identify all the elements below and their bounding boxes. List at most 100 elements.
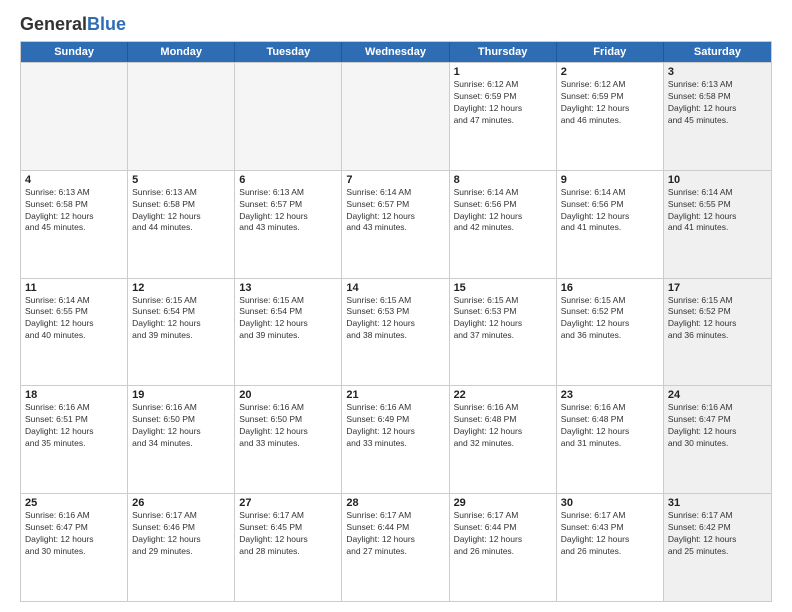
calendar-cell: 21Sunrise: 6:16 AM Sunset: 6:49 PM Dayli… — [342, 386, 449, 493]
calendar-cell: 19Sunrise: 6:16 AM Sunset: 6:50 PM Dayli… — [128, 386, 235, 493]
day-number: 15 — [454, 282, 552, 294]
day-number: 1 — [454, 66, 552, 78]
calendar-cell: 14Sunrise: 6:15 AM Sunset: 6:53 PM Dayli… — [342, 279, 449, 386]
day-info: Sunrise: 6:12 AM Sunset: 6:59 PM Dayligh… — [454, 79, 552, 127]
day-number: 6 — [239, 174, 337, 186]
day-number: 2 — [561, 66, 659, 78]
day-number: 25 — [25, 497, 123, 509]
day-info: Sunrise: 6:14 AM Sunset: 6:56 PM Dayligh… — [454, 187, 552, 235]
day-number: 28 — [346, 497, 444, 509]
day-info: Sunrise: 6:17 AM Sunset: 6:45 PM Dayligh… — [239, 510, 337, 558]
day-number: 14 — [346, 282, 444, 294]
calendar-cell: 26Sunrise: 6:17 AM Sunset: 6:46 PM Dayli… — [128, 494, 235, 601]
header-day-monday: Monday — [128, 42, 235, 62]
day-number: 18 — [25, 389, 123, 401]
calendar-cell — [342, 63, 449, 170]
calendar-cell: 20Sunrise: 6:16 AM Sunset: 6:50 PM Dayli… — [235, 386, 342, 493]
day-info: Sunrise: 6:15 AM Sunset: 6:53 PM Dayligh… — [454, 295, 552, 343]
day-info: Sunrise: 6:17 AM Sunset: 6:46 PM Dayligh… — [132, 510, 230, 558]
calendar-row-5: 25Sunrise: 6:16 AM Sunset: 6:47 PM Dayli… — [21, 493, 771, 601]
calendar-cell: 28Sunrise: 6:17 AM Sunset: 6:44 PM Dayli… — [342, 494, 449, 601]
calendar-row-1: 1Sunrise: 6:12 AM Sunset: 6:59 PM Daylig… — [21, 62, 771, 170]
logo-blue-part: Blue — [87, 14, 126, 35]
calendar-cell: 2Sunrise: 6:12 AM Sunset: 6:59 PM Daylig… — [557, 63, 664, 170]
calendar-row-4: 18Sunrise: 6:16 AM Sunset: 6:51 PM Dayli… — [21, 385, 771, 493]
header-day-friday: Friday — [557, 42, 664, 62]
header-day-sunday: Sunday — [21, 42, 128, 62]
calendar-cell: 24Sunrise: 6:16 AM Sunset: 6:47 PM Dayli… — [664, 386, 771, 493]
day-info: Sunrise: 6:17 AM Sunset: 6:43 PM Dayligh… — [561, 510, 659, 558]
day-number: 23 — [561, 389, 659, 401]
day-info: Sunrise: 6:14 AM Sunset: 6:55 PM Dayligh… — [668, 187, 767, 235]
day-info: Sunrise: 6:17 AM Sunset: 6:42 PM Dayligh… — [668, 510, 767, 558]
calendar-cell — [21, 63, 128, 170]
day-number: 27 — [239, 497, 337, 509]
day-info: Sunrise: 6:16 AM Sunset: 6:51 PM Dayligh… — [25, 402, 123, 450]
day-info: Sunrise: 6:12 AM Sunset: 6:59 PM Dayligh… — [561, 79, 659, 127]
day-number: 22 — [454, 389, 552, 401]
calendar-cell: 30Sunrise: 6:17 AM Sunset: 6:43 PM Dayli… — [557, 494, 664, 601]
header-day-wednesday: Wednesday — [342, 42, 449, 62]
day-number: 9 — [561, 174, 659, 186]
day-info: Sunrise: 6:16 AM Sunset: 6:48 PM Dayligh… — [561, 402, 659, 450]
header: General Blue — [20, 16, 772, 35]
day-number: 20 — [239, 389, 337, 401]
header-day-thursday: Thursday — [450, 42, 557, 62]
calendar-cell: 13Sunrise: 6:15 AM Sunset: 6:54 PM Dayli… — [235, 279, 342, 386]
calendar-cell: 29Sunrise: 6:17 AM Sunset: 6:44 PM Dayli… — [450, 494, 557, 601]
calendar-cell: 7Sunrise: 6:14 AM Sunset: 6:57 PM Daylig… — [342, 171, 449, 278]
header-day-saturday: Saturday — [664, 42, 771, 62]
day-info: Sunrise: 6:13 AM Sunset: 6:58 PM Dayligh… — [25, 187, 123, 235]
logo-general-part: General — [20, 14, 87, 35]
calendar-cell: 10Sunrise: 6:14 AM Sunset: 6:55 PM Dayli… — [664, 171, 771, 278]
calendar-cell: 12Sunrise: 6:15 AM Sunset: 6:54 PM Dayli… — [128, 279, 235, 386]
calendar-cell: 15Sunrise: 6:15 AM Sunset: 6:53 PM Dayli… — [450, 279, 557, 386]
calendar-cell: 23Sunrise: 6:16 AM Sunset: 6:48 PM Dayli… — [557, 386, 664, 493]
day-number: 30 — [561, 497, 659, 509]
calendar-cell: 6Sunrise: 6:13 AM Sunset: 6:57 PM Daylig… — [235, 171, 342, 278]
calendar-cell: 16Sunrise: 6:15 AM Sunset: 6:52 PM Dayli… — [557, 279, 664, 386]
day-number: 8 — [454, 174, 552, 186]
logo: General Blue — [20, 16, 126, 35]
day-info: Sunrise: 6:16 AM Sunset: 6:50 PM Dayligh… — [239, 402, 337, 450]
calendar-cell: 5Sunrise: 6:13 AM Sunset: 6:58 PM Daylig… — [128, 171, 235, 278]
day-number: 24 — [668, 389, 767, 401]
calendar-cell: 17Sunrise: 6:15 AM Sunset: 6:52 PM Dayli… — [664, 279, 771, 386]
day-number: 17 — [668, 282, 767, 294]
calendar-cell: 9Sunrise: 6:14 AM Sunset: 6:56 PM Daylig… — [557, 171, 664, 278]
calendar-cell: 4Sunrise: 6:13 AM Sunset: 6:58 PM Daylig… — [21, 171, 128, 278]
calendar-cell — [128, 63, 235, 170]
day-info: Sunrise: 6:15 AM Sunset: 6:54 PM Dayligh… — [239, 295, 337, 343]
day-info: Sunrise: 6:14 AM Sunset: 6:56 PM Dayligh… — [561, 187, 659, 235]
day-info: Sunrise: 6:16 AM Sunset: 6:50 PM Dayligh… — [132, 402, 230, 450]
day-info: Sunrise: 6:14 AM Sunset: 6:57 PM Dayligh… — [346, 187, 444, 235]
day-info: Sunrise: 6:17 AM Sunset: 6:44 PM Dayligh… — [454, 510, 552, 558]
calendar-cell — [235, 63, 342, 170]
day-info: Sunrise: 6:16 AM Sunset: 6:47 PM Dayligh… — [668, 402, 767, 450]
day-number: 4 — [25, 174, 123, 186]
day-info: Sunrise: 6:16 AM Sunset: 6:48 PM Dayligh… — [454, 402, 552, 450]
day-number: 13 — [239, 282, 337, 294]
calendar-cell: 31Sunrise: 6:17 AM Sunset: 6:42 PM Dayli… — [664, 494, 771, 601]
day-number: 19 — [132, 389, 230, 401]
day-number: 29 — [454, 497, 552, 509]
day-info: Sunrise: 6:13 AM Sunset: 6:58 PM Dayligh… — [668, 79, 767, 127]
calendar-body: 1Sunrise: 6:12 AM Sunset: 6:59 PM Daylig… — [21, 62, 771, 601]
day-number: 3 — [668, 66, 767, 78]
calendar-cell: 25Sunrise: 6:16 AM Sunset: 6:47 PM Dayli… — [21, 494, 128, 601]
day-number: 7 — [346, 174, 444, 186]
day-info: Sunrise: 6:14 AM Sunset: 6:55 PM Dayligh… — [25, 295, 123, 343]
day-info: Sunrise: 6:16 AM Sunset: 6:47 PM Dayligh… — [25, 510, 123, 558]
day-number: 10 — [668, 174, 767, 186]
day-number: 26 — [132, 497, 230, 509]
day-number: 5 — [132, 174, 230, 186]
day-number: 21 — [346, 389, 444, 401]
calendar-cell: 3Sunrise: 6:13 AM Sunset: 6:58 PM Daylig… — [664, 63, 771, 170]
day-info: Sunrise: 6:15 AM Sunset: 6:52 PM Dayligh… — [561, 295, 659, 343]
calendar-row-2: 4Sunrise: 6:13 AM Sunset: 6:58 PM Daylig… — [21, 170, 771, 278]
day-info: Sunrise: 6:16 AM Sunset: 6:49 PM Dayligh… — [346, 402, 444, 450]
day-number: 16 — [561, 282, 659, 294]
calendar: SundayMondayTuesdayWednesdayThursdayFrid… — [20, 41, 772, 602]
day-number: 12 — [132, 282, 230, 294]
day-info: Sunrise: 6:15 AM Sunset: 6:52 PM Dayligh… — [668, 295, 767, 343]
